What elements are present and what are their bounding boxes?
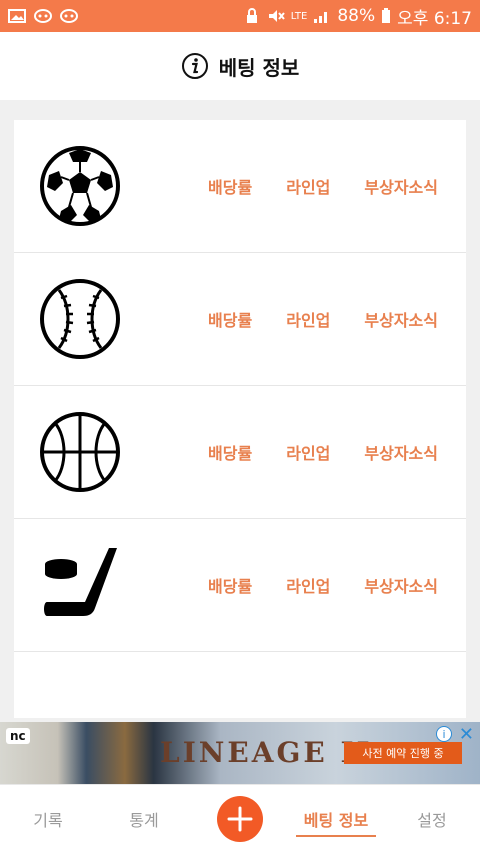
soccer-ball-icon <box>38 144 122 228</box>
network-type: LTE <box>290 10 308 22</box>
injury-news-link[interactable]: 부상자소식 <box>364 573 438 597</box>
hockey-icon <box>38 543 122 627</box>
tab-label: 통계 <box>129 811 159 830</box>
battery-percent: 88% <box>337 6 376 26</box>
tab-label: 베팅 정보 <box>303 811 369 830</box>
injury-news-link[interactable]: 부상자소식 <box>364 440 438 464</box>
odds-link[interactable]: 배당률 <box>208 440 252 464</box>
add-button[interactable] <box>217 796 263 842</box>
bottom-tab-bar: 기록 통계 베팅 정보 설정 <box>0 784 480 853</box>
clock: 오후 6:17 <box>397 8 472 29</box>
football-icon <box>38 652 122 719</box>
injury-news-link[interactable]: 부상자소식 <box>364 174 438 198</box>
injury-news-link[interactable]: 부상자소식 <box>364 307 438 331</box>
tab-label: 설정 <box>417 811 447 830</box>
image-icon <box>8 9 26 23</box>
status-bar: LTE 88% 오후 6:17 <box>0 0 480 32</box>
app-icon <box>60 9 78 23</box>
info-icon <box>181 53 208 79</box>
active-tab-indicator <box>296 835 376 837</box>
odds-link[interactable]: 배당률 <box>208 174 252 198</box>
sport-row-hockey: 배당률 라인업 부상자소식 <box>14 519 466 652</box>
ad-brand-logo: nc <box>6 728 30 744</box>
signal-icon <box>314 12 328 23</box>
ad-banner[interactable]: nc LINEAGE II 사전 예약 진행 중 i ✕ <box>0 722 480 784</box>
basketball-icon <box>38 410 122 494</box>
tab-label: 기록 <box>33 811 63 830</box>
baseball-icon <box>38 277 122 361</box>
plus-icon <box>227 806 253 832</box>
sport-row-basketball: 배당률 라인업 부상자소식 <box>14 386 466 519</box>
lineup-link[interactable]: 라인업 <box>286 307 330 331</box>
odds-link[interactable]: 배당률 <box>208 573 252 597</box>
mute-icon <box>268 10 285 22</box>
tab-settings[interactable]: 설정 <box>384 785 480 853</box>
sport-row-soccer: 배당률 라인업 부상자소식 <box>14 120 466 253</box>
tab-add[interactable] <box>192 785 288 853</box>
tab-stats[interactable]: 통계 <box>96 785 192 853</box>
sport-row-baseball: 배당률 라인업 부상자소식 <box>14 253 466 386</box>
sport-row-partial <box>14 652 466 718</box>
app-header: 베팅 정보 <box>0 32 480 100</box>
lineup-link[interactable]: 라인업 <box>286 573 330 597</box>
battery-icon <box>382 8 391 23</box>
sports-list: 배당률 라인업 부상자소식 배당률 라인업 부상자소식 배당률 라인업 부상자소… <box>14 120 466 718</box>
lock-icon <box>246 8 257 23</box>
app-icon <box>34 9 52 23</box>
tab-betting-info[interactable]: 베팅 정보 <box>288 785 384 853</box>
ad-close-icon[interactable]: ✕ <box>459 724 474 745</box>
tab-records[interactable]: 기록 <box>0 785 96 853</box>
ad-info-icon[interactable]: i <box>436 726 452 742</box>
lineup-link[interactable]: 라인업 <box>286 440 330 464</box>
ad-title: LINEAGE II <box>160 736 373 769</box>
page-title: 베팅 정보 <box>218 55 300 80</box>
ad-cta-button[interactable]: 사전 예약 진행 중 <box>344 742 462 764</box>
odds-link[interactable]: 배당률 <box>208 307 252 331</box>
lineup-link[interactable]: 라인업 <box>286 174 330 198</box>
